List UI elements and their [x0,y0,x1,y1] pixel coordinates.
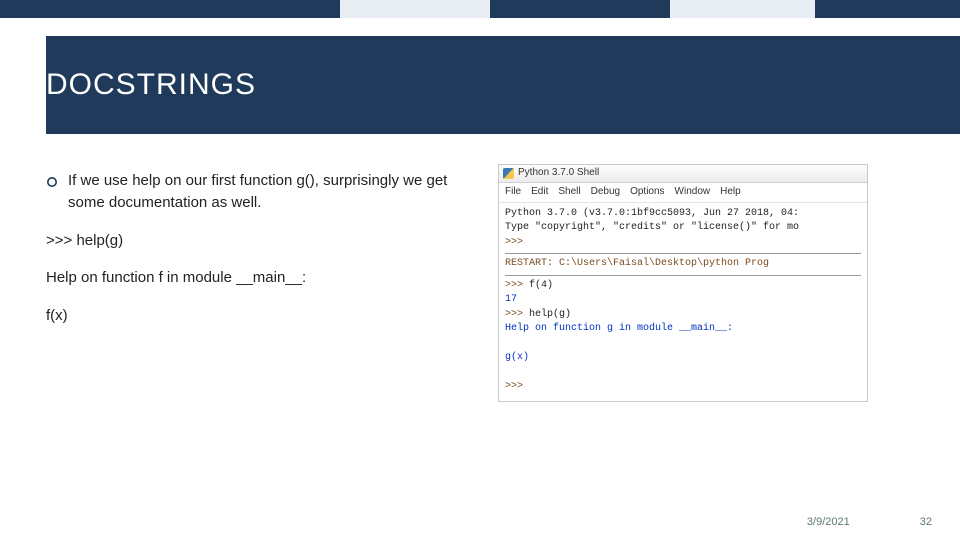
accent-segment [340,0,490,18]
code-line-helpout: Help on function f in module __main__: [46,267,476,289]
shell-prompt: >>> [505,237,523,248]
footer-page: 32 [920,516,932,528]
code-line-sig: f(x) [46,305,476,327]
shell-prompt: >>> [505,309,523,320]
shell-output: 17 [505,294,517,305]
menu-edit[interactable]: Edit [531,185,548,200]
shell-output: Help on function g in module __main__: [505,323,733,334]
menu-debug[interactable]: Debug [591,185,620,200]
menu-help[interactable]: Help [720,185,741,200]
slide-title: DOCSTRINGS [46,68,256,102]
menu-options[interactable]: Options [630,185,664,200]
hollow-circle-icon [46,173,58,195]
shell-titlebar: Python 3.7.0 Shell [499,165,867,183]
shell-divider [505,253,861,254]
accent-segment [670,0,815,18]
menu-shell[interactable]: Shell [558,185,580,200]
code-line-prompt: >>> help(g) [46,230,476,252]
accent-segment [490,0,670,18]
content-area: If we use help on our first function g()… [46,164,940,402]
shell-input: help(g) [529,309,571,320]
text-column: If we use help on our first function g()… [46,164,476,402]
accent-segment [815,0,960,18]
title-band: DOCSTRINGS [46,36,960,134]
shell-input: f(4) [529,280,553,291]
slide-footer: 3/9/2021 32 [807,516,932,528]
shell-prompt: >>> [505,280,523,291]
shell-prompt: >>> [505,381,523,392]
menu-file[interactable]: File [505,185,521,200]
menu-window[interactable]: Window [675,185,711,200]
shell-output: g(x) [505,352,529,363]
python-icon [503,168,514,179]
top-accent-bar [0,0,960,18]
shell-restart-line: RESTART: C:\Users\Faisal\Desktop\python … [505,258,769,269]
python-shell-window: Python 3.7.0 Shell File Edit Shell Debug… [498,164,868,402]
screenshot-column: Python 3.7.0 Shell File Edit Shell Debug… [498,164,868,402]
slide: DOCSTRINGS If we use help on our first f… [0,0,960,540]
shell-menubar: File Edit Shell Debug Options Window Hel… [499,183,867,203]
bullet-item: If we use help on our first function g()… [46,170,476,214]
shell-divider [505,275,861,276]
bullet-text: If we use help on our first function g()… [68,170,476,214]
shell-body: Python 3.7.0 (v3.7.0:1bf9cc5093, Jun 27 … [499,203,867,401]
shell-banner-line: Type "copyright", "credits" or "license(… [505,222,799,233]
accent-segment [0,0,340,18]
footer-date: 3/9/2021 [807,516,850,528]
shell-banner-line: Python 3.7.0 (v3.7.0:1bf9cc5093, Jun 27 … [505,208,799,219]
shell-window-title: Python 3.7.0 Shell [518,166,599,181]
